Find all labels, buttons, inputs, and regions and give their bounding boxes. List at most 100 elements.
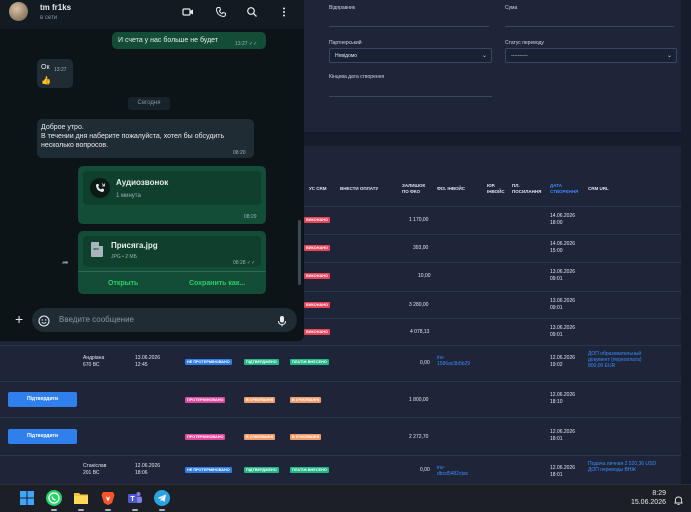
sum-label: Сума bbox=[505, 5, 518, 11]
created-date: 12.06.2026 19:02 bbox=[550, 355, 576, 368]
double-check-icon: ✓✓ bbox=[246, 260, 256, 266]
emoji-sticker-icon[interactable] bbox=[38, 314, 50, 327]
sender-field[interactable] bbox=[329, 12, 489, 27]
chat-header: tm fr1ks в сети bbox=[0, 0, 304, 29]
partner-select[interactable]: Невідомо ⌄ bbox=[329, 48, 492, 63]
confirm-button[interactable]: Підтвердити bbox=[8, 429, 77, 444]
table-row: Підтвердити ПРОТЕРМІНОВАНО В ОЧІКУВАННІ … bbox=[0, 381, 681, 417]
brave-browser-icon[interactable] bbox=[100, 490, 116, 506]
active-indicator bbox=[132, 509, 138, 511]
amount-value: 1 170,00 bbox=[409, 217, 429, 223]
chevron-down-icon: ⌄ bbox=[481, 53, 487, 59]
status-badge: НЕ ПРОТЕРМІНОВАНО bbox=[185, 359, 232, 365]
open-file-button[interactable]: Открыть bbox=[108, 279, 138, 288]
message-bubble[interactable]: Доброе утро. В течении дня наберите пожа… bbox=[37, 119, 254, 158]
more-options-icon[interactable] bbox=[278, 6, 290, 18]
status-badge: ВИКОНАНО bbox=[304, 245, 330, 251]
active-indicator bbox=[159, 509, 165, 511]
status-badge: ВИКОНАНО bbox=[304, 329, 330, 335]
active-indicator bbox=[51, 509, 57, 511]
sender-name: Андріана 670 ВС bbox=[83, 355, 105, 368]
sum-field[interactable] bbox=[505, 12, 674, 27]
amount-value: 4 078,13 bbox=[410, 329, 430, 335]
status-select[interactable]: ---------- ⌄ bbox=[505, 48, 677, 63]
col-links: ПЛ. ПОСИЛАННЯ bbox=[512, 183, 542, 194]
invoice-link[interactable]: inv- 1586ac3b5b29 bbox=[437, 355, 470, 367]
end-date-field[interactable] bbox=[329, 82, 492, 97]
created-date: 12.06.2026 18:01 bbox=[550, 429, 576, 442]
amount-value: 0,00 bbox=[420, 360, 430, 366]
status-badge: В ОЧІКУВАННІ bbox=[244, 434, 276, 440]
end-date-label: Кінцева дата створення bbox=[329, 74, 385, 80]
filter-panel: Відправник Сума Партнерський Невідомо ⌄ … bbox=[304, 0, 681, 132]
message-input[interactable]: Введите сообщение bbox=[32, 308, 297, 332]
col-amount: ЗАЛИШОК ПО ФКО bbox=[402, 183, 426, 194]
notification-bell-icon[interactable] bbox=[673, 493, 684, 505]
windows-start-icon[interactable] bbox=[19, 490, 35, 506]
status-label: Статус переводу bbox=[505, 40, 544, 46]
message-time: 13:27 bbox=[54, 67, 67, 73]
created-date: 13.06.2026 09:01 bbox=[550, 298, 576, 311]
message-text: Доброе утро. В течении дня наберите пожа… bbox=[41, 124, 225, 149]
col-created-sort[interactable]: ДАТА СТВОРЕННЯ bbox=[550, 183, 578, 195]
crm-url-link[interactable]: Подача личная 2 520,36 USD ДОП переводы В… bbox=[588, 461, 656, 473]
col-fiz-invoice: ФІЗ. ІНВОЙС bbox=[437, 186, 466, 191]
whatsapp-chat-window: tm fr1ks в сети И счета у нас больше не … bbox=[0, 0, 304, 341]
svg-text:T: T bbox=[130, 496, 135, 503]
call-duration: 1 минута bbox=[116, 193, 141, 199]
telegram-icon[interactable] bbox=[154, 490, 170, 506]
file-explorer-icon[interactable] bbox=[73, 490, 89, 506]
invoice-link[interactable]: inv-dbcd5482ctac bbox=[437, 465, 468, 477]
col-ur-invoice: ЮР. ІНВОЙС bbox=[487, 183, 505, 194]
created-date: 12.06.2026 18:01 bbox=[550, 465, 576, 478]
message-placeholder: Введите сообщение bbox=[59, 315, 134, 324]
file-bubble[interactable]: JPG Присяга.jpg JPG • 2 МБ 08:28 ✓✓ Откр… bbox=[78, 231, 266, 294]
forward-icon[interactable]: ➦ bbox=[62, 258, 72, 268]
row-date: 12.06.2026 18:06 bbox=[135, 463, 161, 476]
call-bubble[interactable]: Аудиозвонок 1 минута 08:29 bbox=[78, 166, 266, 224]
whatsapp-icon[interactable] bbox=[46, 490, 62, 506]
amount-value: 10,00 bbox=[418, 273, 431, 279]
sender-name: Станіслав 201 ВС bbox=[83, 463, 107, 476]
contact-status: в сети bbox=[40, 15, 58, 21]
status-badge: ПЛАТІЖ ВНЕСЕНО bbox=[290, 467, 329, 473]
microphone-icon[interactable] bbox=[277, 314, 287, 327]
amount-value: 1 800,00 bbox=[409, 397, 429, 403]
partner-value: Невідомо bbox=[335, 53, 358, 59]
status-badge: В ОЧІКУВАННІ bbox=[290, 397, 322, 403]
message-bubble[interactable]: Ок 13:27 👍 bbox=[37, 59, 73, 88]
system-clock[interactable]: 8:29 15.06.2026 bbox=[620, 489, 666, 507]
status-badge: ПІДТВЕРДЖЕНО bbox=[244, 359, 279, 365]
thumbs-up-emoji: 👍 bbox=[41, 76, 51, 85]
file-icon: JPG bbox=[91, 242, 103, 257]
col-crm-url: CRM URL bbox=[588, 186, 609, 191]
attach-plus-icon[interactable]: + bbox=[15, 312, 29, 326]
status-badge: ВИКОНАНО bbox=[304, 273, 330, 279]
status-badge: ВИКОНАНО bbox=[304, 302, 330, 308]
search-icon[interactable] bbox=[246, 6, 258, 18]
avatar[interactable] bbox=[9, 2, 28, 21]
status-badge: НЕ ПРОТЕРМІНОВАНО bbox=[185, 467, 232, 473]
status-badge: ПРОТЕРМІНОВАНО bbox=[185, 397, 226, 403]
partner-label: Партнерський bbox=[329, 40, 362, 46]
status-value: ---------- bbox=[511, 53, 528, 59]
message-bubble[interactable]: И счета у нас больше не будет 13:27 ✓✓ bbox=[112, 32, 266, 49]
crm-url-link[interactable]: ДОП образовательный документ (перeoплата)… bbox=[588, 351, 642, 369]
created-date: 13.06.2026 09:01 bbox=[550, 269, 576, 282]
amount-value: 3 280,00 bbox=[409, 302, 429, 308]
teams-icon[interactable]: T bbox=[127, 490, 143, 506]
confirm-button[interactable]: Підтвердити bbox=[8, 392, 77, 407]
phone-icon[interactable] bbox=[215, 6, 227, 18]
date-separator: Сегодня bbox=[128, 97, 170, 110]
message-time: 08:29 bbox=[244, 214, 257, 220]
amount-value: 2 272,70 bbox=[409, 434, 429, 440]
status-badge: В ОЧІКУВАННІ bbox=[290, 434, 322, 440]
call-icon bbox=[90, 178, 110, 198]
contact-name[interactable]: tm fr1ks bbox=[40, 3, 71, 12]
status-badge: В ОЧІКУВАННІ bbox=[244, 397, 276, 403]
message-text: Ок bbox=[41, 64, 50, 71]
video-call-icon[interactable] bbox=[182, 6, 194, 18]
save-as-button[interactable]: Сохранить как... bbox=[189, 279, 245, 288]
chat-scrollbar[interactable] bbox=[298, 220, 301, 285]
col-crm-status: УС CRM bbox=[309, 186, 327, 191]
